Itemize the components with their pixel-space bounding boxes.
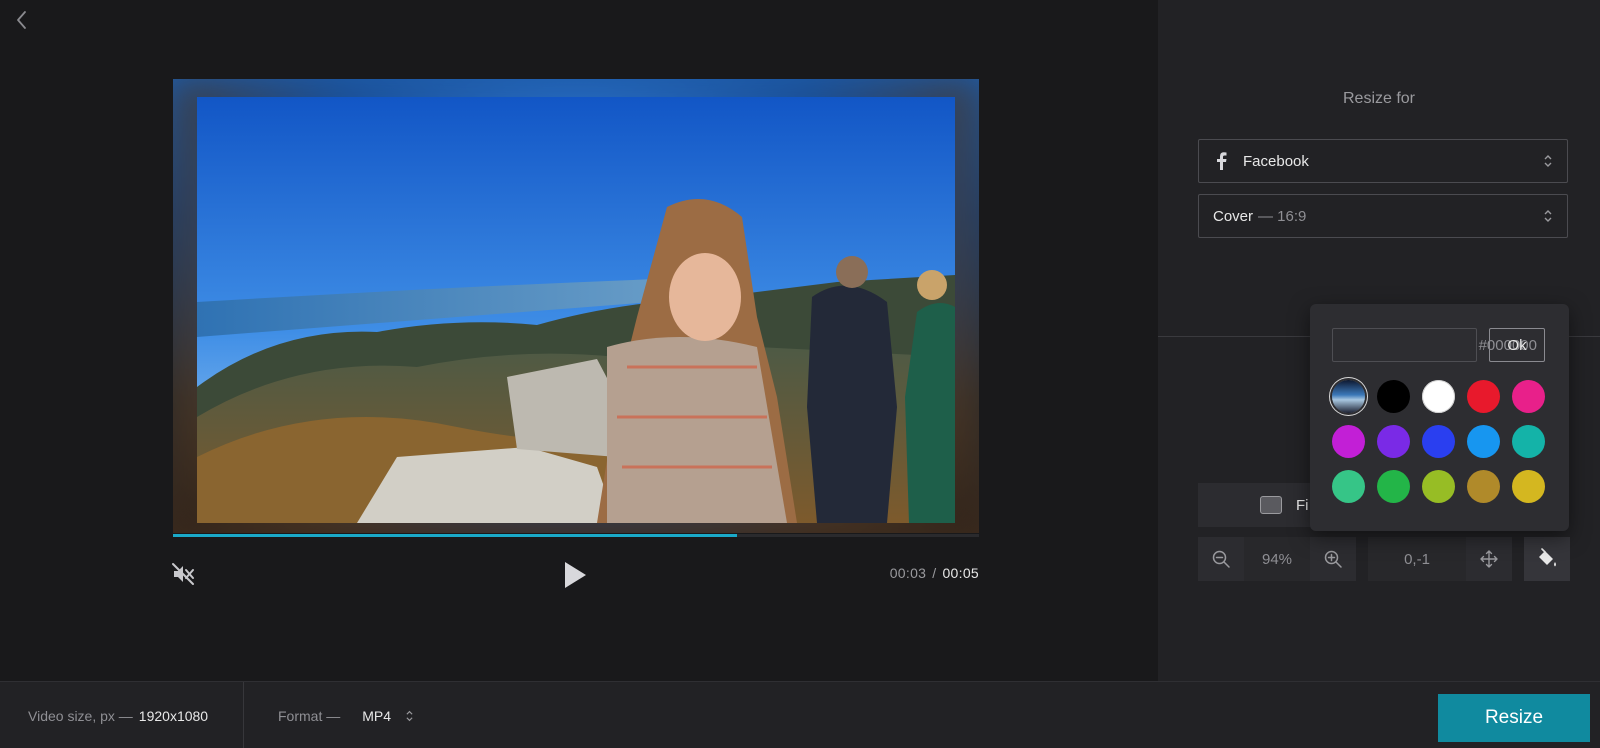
platform-label: Facebook: [1243, 152, 1309, 170]
sort-chevrons-icon: [1544, 155, 1552, 167]
color-swatch[interactable]: [1512, 380, 1545, 413]
resize-button[interactable]: Resize: [1438, 694, 1590, 742]
color-swatch[interactable]: [1377, 470, 1410, 503]
color-swatch[interactable]: [1332, 425, 1365, 458]
facebook-icon: [1217, 152, 1227, 170]
time-total: 00:05: [942, 565, 979, 581]
sort-chevrons-icon: [1544, 210, 1552, 222]
app-root: 00:03 / 00:05 Resize for Facebook Cover — …: [0, 0, 1600, 748]
video-size-label: Video size, px —: [28, 707, 133, 724]
zoom-in-button[interactable]: [1310, 537, 1356, 581]
sort-chevrons-icon: [406, 710, 413, 721]
play-button[interactable]: [562, 560, 588, 590]
color-swatch[interactable]: [1422, 470, 1455, 503]
color-swatch[interactable]: [1467, 380, 1500, 413]
mute-button[interactable]: [170, 561, 196, 587]
video-stage[interactable]: [173, 79, 979, 533]
position-value[interactable]: 0,-1: [1368, 537, 1466, 581]
zoom-value[interactable]: 94%: [1244, 537, 1310, 581]
color-swatch-blur[interactable]: [1332, 380, 1365, 413]
position-control: 0,-1: [1368, 537, 1512, 581]
color-swatch[interactable]: [1512, 425, 1545, 458]
move-arrows-icon: [1480, 550, 1498, 568]
zoom-out-icon: [1212, 550, 1230, 568]
timecode: 00:03 / 00:05: [890, 565, 979, 581]
speaker-muted-icon: [172, 563, 194, 585]
zoom-in-icon: [1324, 550, 1342, 568]
platform-select[interactable]: Facebook: [1198, 139, 1568, 183]
video-frame: [197, 97, 955, 523]
video-editor: 00:03 / 00:05: [0, 0, 1158, 681]
zoom-control: 94%: [1198, 537, 1356, 581]
time-separator: /: [932, 565, 937, 581]
format-value: MP4: [362, 707, 392, 724]
move-button[interactable]: [1466, 537, 1512, 581]
color-swatch[interactable]: [1377, 425, 1410, 458]
play-icon: [565, 562, 586, 588]
ok-button[interactable]: Ok: [1489, 328, 1545, 362]
video-size-info: Video size, px — 1920x1080: [28, 682, 208, 748]
color-swatch[interactable]: [1422, 425, 1455, 458]
video-progress-fill: [173, 534, 738, 537]
back-button[interactable]: [10, 8, 34, 32]
hex-color-field[interactable]: [1332, 328, 1547, 362]
video-size-value: 1920x1080: [138, 707, 209, 724]
format-select[interactable]: Format — MP4: [278, 682, 414, 748]
bottom-divider: [243, 682, 244, 748]
preset-label: Cover: [1213, 207, 1254, 225]
color-swatch[interactable]: [1512, 470, 1545, 503]
color-swatch[interactable]: [1422, 380, 1455, 413]
color-swatch-grid: [1332, 380, 1547, 503]
color-swatch[interactable]: [1467, 470, 1500, 503]
fit-icon: [1260, 496, 1282, 514]
preset-ratio: — 16:9: [1258, 207, 1307, 225]
color-swatch[interactable]: [1332, 470, 1365, 503]
time-current: 00:03: [889, 565, 927, 581]
format-label: Format —: [278, 707, 341, 724]
background-fill-button[interactable]: [1524, 537, 1570, 581]
video-progress-track[interactable]: [173, 534, 979, 537]
color-swatch[interactable]: [1377, 380, 1410, 413]
color-picker-popover: Ok: [1310, 304, 1569, 531]
color-swatch[interactable]: [1467, 425, 1500, 458]
paint-bucket-icon: [1539, 548, 1556, 567]
panel-heading: Resize for: [1342, 90, 1416, 107]
zoom-out-button[interactable]: [1198, 537, 1244, 581]
fit-label: Fi: [1296, 496, 1309, 514]
chevron-left-icon: [17, 11, 26, 29]
preset-select[interactable]: Cover — 16:9: [1198, 194, 1568, 238]
bottom-bar: Video size, px — 1920x1080 Format — MP4 …: [0, 681, 1600, 748]
